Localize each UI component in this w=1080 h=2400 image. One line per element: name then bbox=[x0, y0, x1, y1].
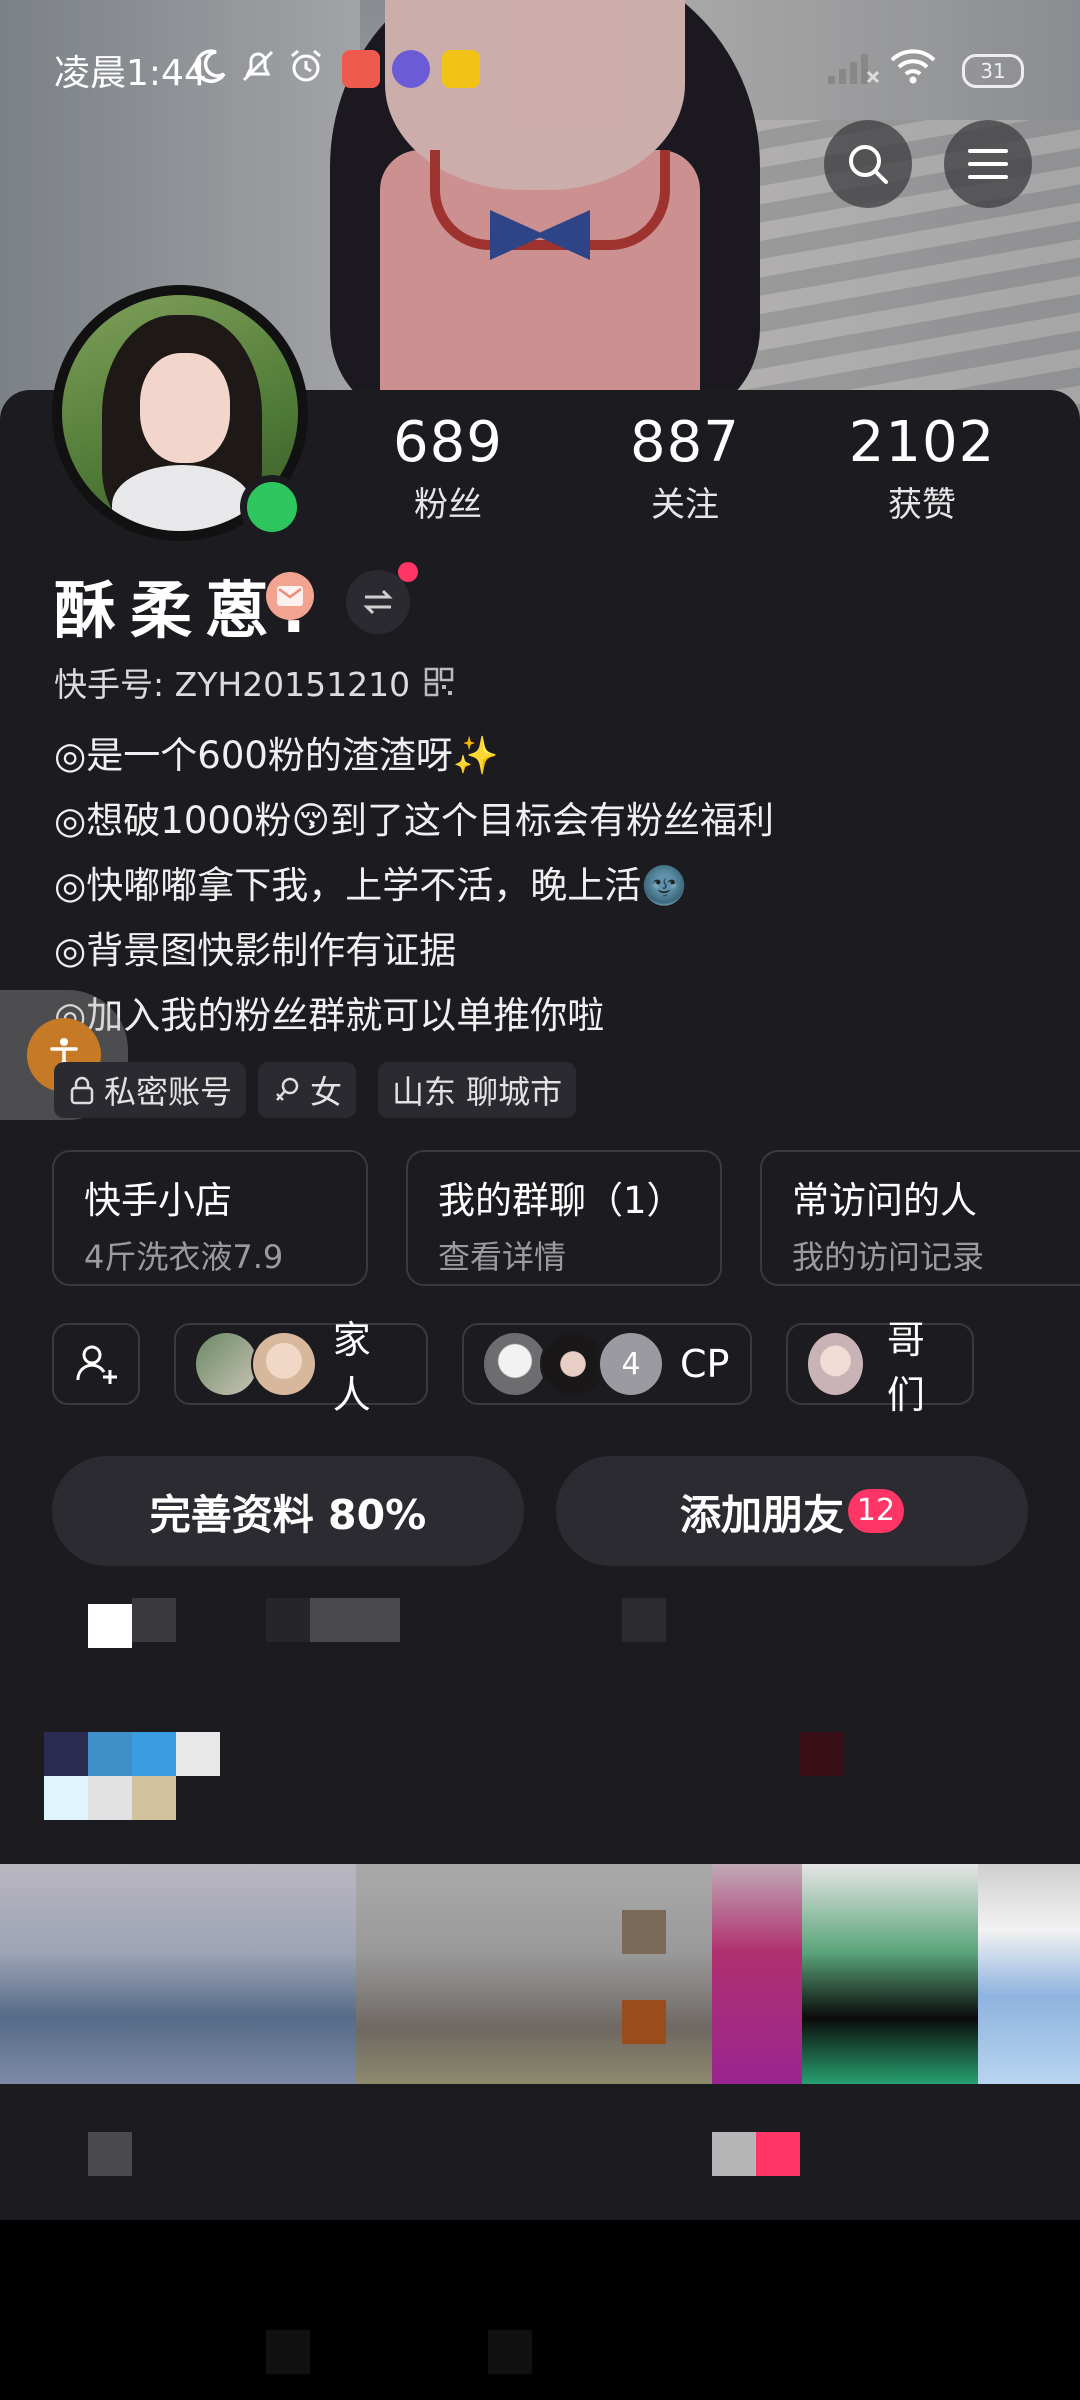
search-button[interactable] bbox=[824, 120, 912, 208]
stat-following[interactable]: 887 关注 bbox=[585, 410, 785, 526]
add-person-icon bbox=[76, 1345, 117, 1384]
stat-label: 粉丝 bbox=[414, 485, 482, 525]
menu-button[interactable] bbox=[944, 120, 1032, 208]
avatar bbox=[194, 1331, 260, 1397]
bottom-area bbox=[0, 2220, 1080, 2400]
tag-label: 女 bbox=[310, 1073, 343, 1111]
avatar bbox=[251, 1331, 317, 1397]
card-title: 我的群聊（1） bbox=[438, 1179, 684, 1222]
add-friend-label: 添加朋友 bbox=[680, 1491, 844, 1539]
group-label: 家人 bbox=[332, 1318, 371, 1417]
bio-line: ◎背景图快影制作有证据 bbox=[54, 929, 457, 972]
qr-code-icon bbox=[424, 667, 454, 697]
card-subtitle: 查看详情 bbox=[438, 1238, 567, 1276]
pixelated-content bbox=[0, 1590, 1080, 2220]
tag-label: 山东 聊城市 bbox=[392, 1073, 563, 1111]
card-title: 快手小店 bbox=[84, 1179, 232, 1222]
wifi-icon bbox=[888, 46, 938, 90]
card-group-chat[interactable]: 我的群聊（1） 查看详情 bbox=[406, 1150, 722, 1286]
online-status-dot bbox=[240, 475, 304, 539]
stat-label: 获赞 bbox=[888, 485, 956, 525]
bio-line: ◎快嘟嘟拿下我，上学不活，晚上活🌚 bbox=[54, 864, 688, 907]
card-subtitle: 4斤洗衣液7.9 bbox=[84, 1238, 284, 1276]
mute-bell-icon bbox=[238, 46, 278, 90]
group-label: CP bbox=[680, 1342, 730, 1386]
stat-number: 887 bbox=[630, 410, 740, 475]
menu-icon bbox=[968, 149, 1008, 179]
group-cp[interactable]: 4 CP bbox=[462, 1323, 752, 1405]
complete-profile-button[interactable]: 完善资料 80% bbox=[52, 1456, 524, 1566]
avatar bbox=[540, 1331, 606, 1397]
bio-line: ◎加入我的粉丝群就可以单推你啦 bbox=[54, 994, 605, 1037]
group-family[interactable]: 家人 bbox=[174, 1318, 428, 1417]
stat-number: 689 bbox=[393, 410, 503, 475]
app-notification-icon bbox=[342, 50, 380, 88]
complete-profile-label: 完善资料 80% bbox=[149, 1491, 427, 1539]
app-notification-icon bbox=[392, 50, 430, 88]
kuaishou-id: 快手号: ZYH20151210 bbox=[54, 665, 411, 704]
bio-line: ◎是一个600粉的渣渣呀✨ bbox=[54, 734, 499, 777]
signal-icon bbox=[826, 48, 880, 92]
card-subtitle: 我的访问记录 bbox=[792, 1238, 985, 1276]
switch-account-button[interactable] bbox=[346, 570, 410, 634]
stat-fans[interactable]: 689 粉丝 bbox=[348, 410, 548, 526]
status-bar: 凌晨1:44 31 bbox=[0, 40, 1080, 96]
card-kuaishou-shop[interactable]: 快手小店 4斤洗衣液7.9 bbox=[52, 1150, 368, 1286]
notification-dot bbox=[398, 562, 418, 582]
tag-gender: 女 bbox=[258, 1062, 357, 1118]
tag-location: 山东 聊城市 bbox=[378, 1062, 577, 1118]
group-brothers[interactable]: 哥们 bbox=[786, 1318, 974, 1417]
status-time: 凌晨1:44 bbox=[54, 53, 207, 94]
moon-icon bbox=[190, 46, 230, 90]
tag-label: 私密账号 bbox=[104, 1073, 233, 1111]
swap-arrows-icon bbox=[363, 589, 393, 615]
tag-private-account: 私密账号 bbox=[54, 1062, 247, 1118]
friend-request-count-badge: 12 bbox=[848, 1489, 904, 1533]
avatar-more-count: 4 bbox=[598, 1331, 664, 1397]
avatar bbox=[806, 1331, 865, 1397]
battery-indicator: 31 bbox=[962, 54, 1024, 88]
lock-icon bbox=[70, 1076, 94, 1105]
add-friend-button[interactable]: 添加朋友 12 bbox=[556, 1456, 1028, 1566]
stat-likes[interactable]: 2102 获赞 bbox=[822, 410, 1022, 526]
app-notification-icon bbox=[442, 50, 480, 88]
alarm-icon bbox=[286, 46, 326, 90]
level-badge-icon[interactable] bbox=[266, 572, 314, 620]
avatar bbox=[482, 1331, 548, 1397]
group-label: 哥们 bbox=[886, 1318, 925, 1417]
stat-label: 关注 bbox=[651, 485, 719, 525]
add-contact-button[interactable] bbox=[52, 1323, 140, 1405]
female-icon bbox=[276, 1077, 299, 1101]
stat-number: 2102 bbox=[848, 410, 996, 475]
card-title: 常访问的人 bbox=[792, 1179, 977, 1222]
kuaishou-id-row[interactable]: 快手号: ZYH20151210 bbox=[54, 658, 454, 706]
bio-line: ◎想破1000粉😚到了这个目标会有粉丝福利 bbox=[54, 799, 775, 842]
card-frequent-visitors[interactable]: 常访问的人 我的访问记录 bbox=[760, 1150, 1080, 1286]
search-icon bbox=[849, 145, 888, 184]
